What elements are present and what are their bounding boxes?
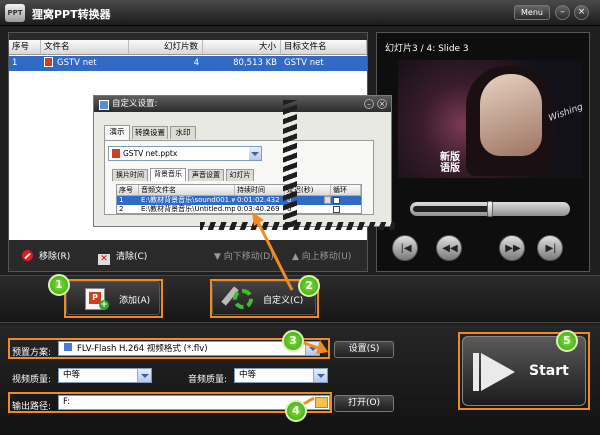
ppt-converter-window: PPT 狸窝PPT转换器 Menu – × 序号 文件名 幻灯片数 大小 目标文… — [0, 0, 600, 435]
step-badge-3: 3 — [282, 330, 304, 352]
step-badge-1: 1 — [48, 274, 70, 296]
step-badge-4: 4 — [285, 400, 307, 422]
step-badge-2: 2 — [298, 275, 320, 297]
step-badge-5: 5 — [556, 330, 578, 352]
callout-arrow-custom — [256, 221, 294, 291]
callout-arrows — [252, 212, 328, 408]
